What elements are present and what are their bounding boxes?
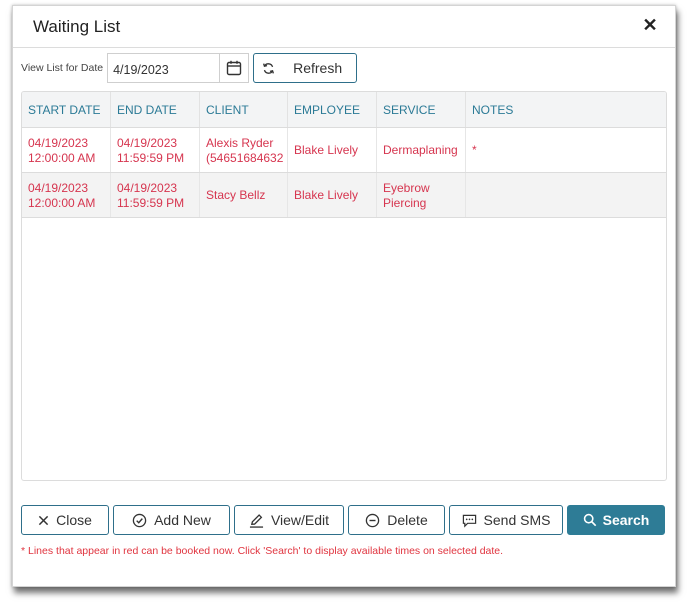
employee-cell: Blake Lively — [288, 128, 377, 172]
end-date-cell: 04/19/2023 11:59:59 PM — [111, 173, 200, 217]
refresh-button[interactable]: Refresh — [253, 53, 358, 83]
pencil-icon — [249, 513, 263, 528]
search-button[interactable]: Search — [567, 505, 665, 535]
grid-body: 04/19/2023 12:00:00 AM 04/19/2023 11:59:… — [22, 128, 666, 218]
search-button-label: Search — [602, 512, 650, 528]
close-icon: ✕ — [642, 14, 658, 35]
column-header-end-date[interactable]: END DATE — [111, 92, 200, 127]
delete-button-label: Delete — [387, 512, 428, 528]
date-filter-label: View List for Date — [21, 62, 104, 74]
refresh-label: Refresh — [293, 60, 343, 76]
view-edit-button-label: View/Edit — [270, 512, 330, 528]
calendar-button[interactable] — [219, 53, 250, 83]
employee-cell: Blake Lively — [288, 173, 377, 217]
waiting-list-dialog: Waiting List ✕ View List for Date Refres… — [12, 5, 676, 587]
minus-circle-icon — [366, 513, 380, 527]
footer-note: * Lines that appear in red can be booked… — [21, 545, 504, 557]
action-buttons: Close Add New View/Edit Delete Send SMS … — [21, 505, 665, 535]
client-cell: Alexis Ryder (54651684632 — [200, 128, 288, 172]
view-edit-button[interactable]: View/Edit — [234, 505, 344, 535]
send-sms-button-label: Send SMS — [483, 512, 551, 528]
table-row[interactable]: 04/19/2023 12:00:00 AM 04/19/2023 11:59:… — [22, 128, 666, 173]
dialog-close-button[interactable]: ✕ — [639, 14, 661, 36]
dialog-title: Waiting List — [33, 17, 121, 36]
start-date-cell: 04/19/2023 12:00:00 AM — [22, 128, 111, 172]
message-icon — [462, 514, 476, 528]
start-date-cell: 04/19/2023 12:00:00 AM — [22, 173, 111, 217]
column-header-start-date[interactable]: START DATE — [22, 92, 111, 127]
check-circle-icon — [132, 513, 147, 527]
client-cell: Stacy Bellz — [200, 173, 288, 217]
notes-cell — [466, 173, 666, 217]
table-row[interactable]: 04/19/2023 12:00:00 AM 04/19/2023 11:59:… — [22, 173, 666, 218]
column-header-client[interactable]: CLIENT — [200, 92, 288, 127]
calendar-icon — [226, 60, 242, 76]
search-icon — [583, 513, 596, 527]
add-new-button[interactable]: Add New — [113, 505, 230, 535]
dialog-titlebar: Waiting List ✕ — [13, 6, 675, 48]
notes-cell: * — [472, 143, 477, 157]
column-header-notes[interactable]: NOTES — [466, 92, 666, 127]
end-date-cell: 04/19/2023 11:59:59 PM — [111, 128, 200, 172]
column-header-employee[interactable]: EMPLOYEE — [288, 92, 377, 127]
service-cell: Eyebrow Piercing — [377, 173, 466, 217]
x-icon — [38, 515, 49, 525]
grid-header: START DATE END DATE CLIENT EMPLOYEE SERV… — [22, 92, 666, 128]
close-button-label: Close — [56, 512, 92, 528]
date-input[interactable] — [107, 53, 220, 83]
add-new-button-label: Add New — [154, 512, 211, 528]
waiting-list-grid: START DATE END DATE CLIENT EMPLOYEE SERV… — [21, 91, 667, 481]
refresh-icon — [263, 62, 275, 74]
column-header-service[interactable]: SERVICE — [377, 92, 466, 127]
send-sms-button[interactable]: Send SMS — [449, 505, 563, 535]
close-button[interactable]: Close — [21, 505, 109, 535]
service-cell: Dermaplaning — [377, 128, 466, 172]
delete-button[interactable]: Delete — [348, 505, 445, 535]
date-filter: View List for Date Refresh — [21, 53, 358, 83]
